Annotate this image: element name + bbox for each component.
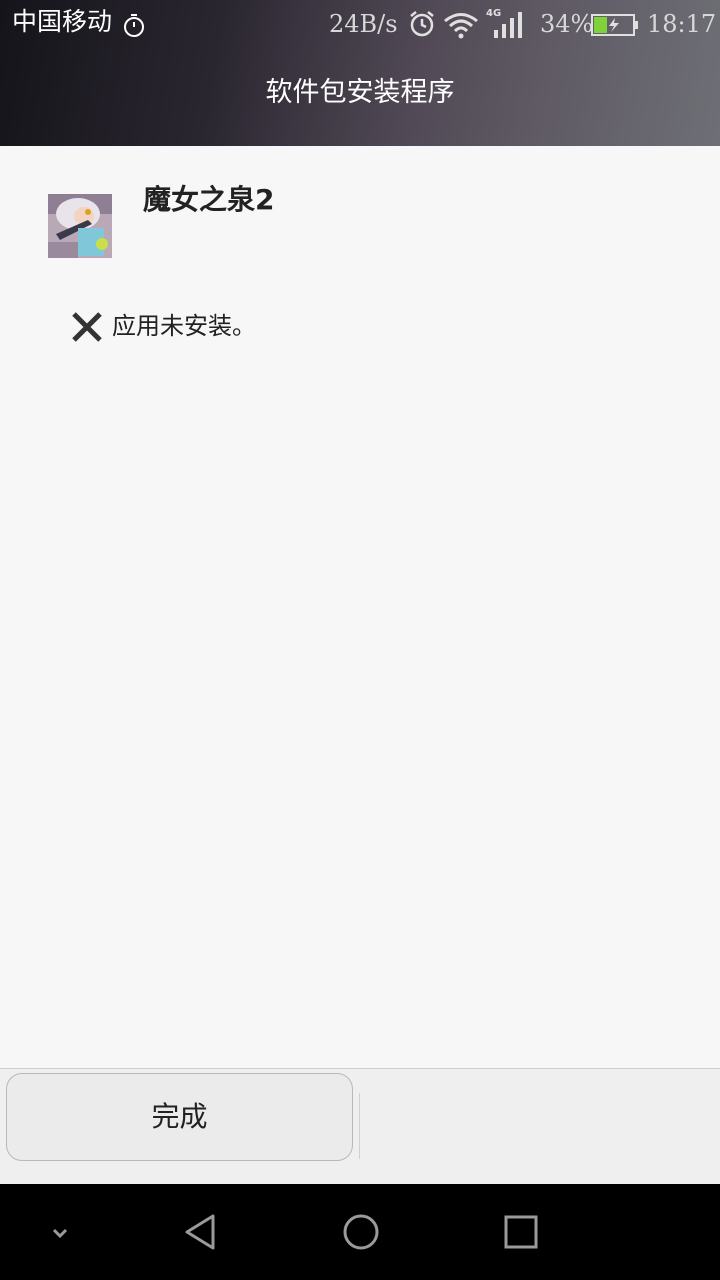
battery-charging-icon (591, 14, 638, 36)
chevron-down-icon[interactable] (36, 1208, 84, 1256)
navigation-bar (0, 1184, 720, 1280)
installer-content: 魔女之泉2 应用未安装。 (0, 146, 720, 1068)
app-name: 魔女之泉2 (143, 183, 275, 216)
signal-icon: 4G (486, 8, 522, 38)
timer-icon (124, 14, 144, 37)
recents-icon[interactable] (497, 1208, 545, 1256)
home-icon[interactable] (337, 1208, 385, 1256)
carrier-label: 中国移动 (12, 7, 113, 36)
network-type-label: 4G (486, 8, 501, 19)
install-status-message: 应用未安装。 (112, 312, 256, 340)
app-icon (48, 194, 112, 258)
clock: 18:17 (647, 10, 717, 38)
back-icon[interactable] (177, 1208, 225, 1256)
alarm-icon (410, 11, 434, 37)
page-title: 软件包安装程序 (265, 77, 455, 108)
network-speed: 24B/s (329, 10, 398, 38)
status-bar: 中国移动 24B/s 4G 34% 18:17 (0, 0, 720, 50)
close-icon (72, 312, 102, 342)
done-button[interactable]: 完成 (6, 1073, 353, 1161)
battery-percent: 34% (540, 10, 594, 38)
wifi-icon (444, 13, 478, 39)
title-bar: 软件包安装程序 (0, 60, 720, 120)
app-header: 中国移动 24B/s 4G 34% 18:17 软件包安装程序 (0, 0, 720, 146)
button-divider (359, 1093, 360, 1159)
button-bar: 完成 (0, 1068, 720, 1184)
